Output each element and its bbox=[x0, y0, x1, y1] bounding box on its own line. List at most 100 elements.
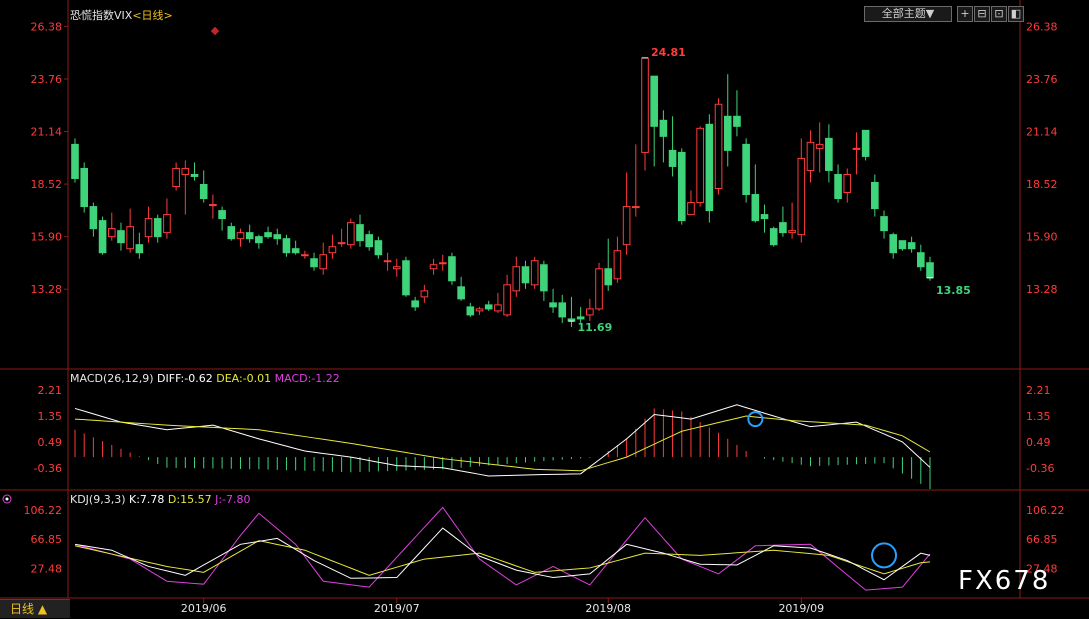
candle-body bbox=[595, 268, 603, 310]
candle-body bbox=[117, 230, 125, 244]
period-label[interactable]: <日线> bbox=[132, 9, 172, 22]
collapse-window-button[interactable]: ⊟ bbox=[974, 6, 990, 22]
candle-body bbox=[457, 286, 465, 300]
candle-body bbox=[825, 137, 833, 171]
candle-body bbox=[677, 151, 686, 222]
chart-title-row: 恐慌指数VIX<日线> bbox=[70, 7, 173, 23]
candle-body bbox=[163, 214, 171, 234]
candle-body bbox=[696, 127, 704, 204]
candle-body bbox=[751, 194, 760, 222]
macd-tick-label-left: 1.35 bbox=[38, 410, 63, 423]
x-tick-label: 2019/09 bbox=[778, 602, 824, 615]
candle-body bbox=[705, 123, 714, 212]
candle-body bbox=[806, 141, 815, 171]
candle-body bbox=[916, 252, 925, 268]
candle-body bbox=[576, 316, 585, 320]
candle-body bbox=[135, 244, 144, 254]
chart-title: 恐慌指数VIX bbox=[70, 9, 133, 22]
high-annotation: 24.81 bbox=[651, 46, 686, 59]
macd-tick-label-left: 2.21 bbox=[38, 384, 63, 397]
restore-window-button[interactable]: ⊡ bbox=[991, 6, 1007, 22]
candle-body bbox=[613, 250, 622, 280]
candle-body bbox=[530, 260, 539, 286]
candle-body bbox=[310, 258, 318, 268]
candle-body bbox=[209, 204, 217, 207]
candle-body bbox=[659, 119, 668, 137]
split-window-button[interactable]: ◧ bbox=[1008, 6, 1024, 22]
kdj-crossover-highlight bbox=[871, 542, 898, 569]
candle-body bbox=[71, 143, 79, 179]
candle-body bbox=[512, 266, 521, 292]
kdj-d-line bbox=[74, 540, 931, 576]
macd-tick-label-left: -0.36 bbox=[34, 462, 62, 475]
candle-body bbox=[742, 143, 750, 196]
candle-body bbox=[898, 240, 907, 250]
candle-body bbox=[586, 308, 594, 316]
candle-body bbox=[356, 224, 364, 242]
kdj-tick-label-left: 66.85 bbox=[31, 533, 63, 546]
price-tick-label-right: 13.28 bbox=[1026, 283, 1058, 296]
candle-body bbox=[503, 284, 511, 316]
price-tick-label-right: 26.38 bbox=[1026, 20, 1058, 33]
macd-legend: MACD(26,12,9) DIFF:-0.62 DEA:-0.01 MACD:… bbox=[70, 372, 340, 385]
kdj-k-value: K:7.78 bbox=[129, 493, 165, 506]
candle-body bbox=[622, 206, 631, 246]
kdj-tick-label-left: 27.48 bbox=[31, 562, 63, 575]
candle-body bbox=[429, 264, 438, 270]
candle-body bbox=[788, 230, 796, 234]
price-tick-label-left: 13.28 bbox=[31, 283, 63, 296]
kdj-tick-label-right: 66.85 bbox=[1026, 533, 1058, 546]
candle-body bbox=[880, 216, 888, 232]
candle-body bbox=[144, 218, 153, 238]
event-marker-diamond bbox=[210, 26, 220, 36]
candle-body bbox=[769, 228, 778, 246]
candle-body bbox=[411, 300, 419, 308]
price-tick-label-left: 26.38 bbox=[31, 20, 63, 33]
candle-body bbox=[650, 75, 659, 127]
candle-body bbox=[218, 210, 226, 220]
macd-tick-label-right: 1.35 bbox=[1026, 410, 1051, 423]
price-tick-label-right: 15.90 bbox=[1026, 231, 1058, 244]
candle-body bbox=[172, 167, 180, 188]
candle-body bbox=[107, 228, 116, 238]
candle-body bbox=[714, 103, 723, 190]
candle-body bbox=[346, 222, 355, 246]
price-tick-label-right: 21.14 bbox=[1026, 126, 1058, 139]
candle-body bbox=[365, 234, 374, 248]
macd-crossover-highlight bbox=[747, 411, 764, 428]
macd-diff-value: DIFF:-0.62 bbox=[157, 372, 213, 385]
vix-chart-canvas: 26.38 26.38 23.76 23.76 21.14 21.14 18.52 18.52… bbox=[0, 0, 1089, 615]
candle-body bbox=[549, 302, 557, 308]
price-tick-label-left: 21.14 bbox=[31, 126, 63, 139]
candle-body bbox=[687, 202, 695, 216]
candle-body bbox=[604, 268, 613, 286]
candle-body bbox=[484, 304, 493, 310]
kdj-tick-label-left: 106.22 bbox=[24, 504, 63, 517]
candle-body bbox=[760, 214, 769, 220]
theme-selector[interactable]: 全部主题▼ bbox=[864, 6, 952, 22]
candle-body bbox=[264, 232, 272, 238]
low-annotation: 11.69 bbox=[577, 321, 612, 334]
candle-body bbox=[466, 306, 475, 316]
kdj-legend: KDJ(9,3,3) K:7.78 D:15.57 J:-7.80 bbox=[70, 493, 251, 506]
candle-body bbox=[834, 173, 842, 200]
candle-body bbox=[779, 222, 787, 234]
candle-body bbox=[475, 308, 484, 312]
candle-body bbox=[190, 173, 199, 177]
macd-tick-label-right: 0.49 bbox=[1026, 436, 1051, 449]
candle-body bbox=[402, 260, 410, 296]
candle-body bbox=[236, 232, 245, 240]
kdj-d-value: D:15.57 bbox=[167, 493, 212, 506]
candle-body bbox=[843, 173, 852, 194]
candle-body bbox=[494, 304, 502, 312]
macd-tick-label-left: 0.49 bbox=[38, 436, 63, 449]
macd-tick-label-right: 2.21 bbox=[1026, 384, 1051, 397]
add-window-button[interactable]: + bbox=[957, 6, 973, 22]
price-tick-label-right: 18.52 bbox=[1026, 178, 1058, 191]
candle-body bbox=[558, 302, 567, 318]
candle-body bbox=[282, 238, 291, 254]
candle-body bbox=[907, 242, 916, 250]
x-tick-label: 2019/07 bbox=[374, 602, 420, 615]
period-tab-daily[interactable]: 日线 ▲ bbox=[0, 599, 70, 618]
macd-title: MACD(26,12,9) bbox=[70, 372, 154, 385]
